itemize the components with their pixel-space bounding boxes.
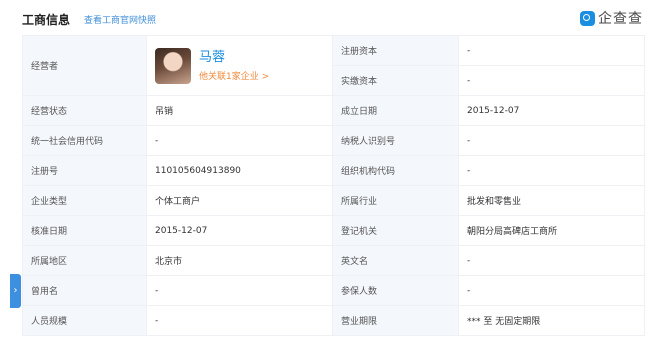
field-label: 成立日期 (332, 95, 459, 126)
table-row: 经营者 马蓉 他关联1家企业 > 注册资本 - (22, 35, 645, 96)
field-value: - (146, 305, 333, 336)
business-info-table: 经营者 马蓉 他关联1家企业 > 注册资本 - 实缴资本 - 经营状态 吊销 成… (22, 35, 645, 336)
table-row: 经营状态 吊销 成立日期 2015-12-07 (22, 95, 645, 126)
section-header: 工商信息 查看工商官网快照 企查查 (0, 0, 650, 36)
field-label: 企业类型 (22, 185, 147, 216)
field-value: 2015-12-07 (146, 215, 333, 246)
field-label: 经营状态 (22, 95, 147, 126)
field-value: - (146, 125, 333, 156)
owner-name-link[interactable]: 马蓉 (199, 50, 269, 66)
field-value: 吊销 (146, 95, 333, 126)
field-value: 北京市 (146, 245, 333, 276)
table-row: 曾用名 - 参保人数 - (22, 275, 645, 306)
field-value: - (458, 65, 645, 96)
field-value: 个体工商户 (146, 185, 333, 216)
field-label: 所属行业 (332, 185, 459, 216)
table-row: 统一社会信用代码 - 纳税人识别号 - (22, 125, 645, 156)
brand-name: 企查查 (598, 11, 643, 27)
table-row: 注册号 110105604913890 组织机构代码 - (22, 155, 645, 186)
brand-logo[interactable]: 企查查 (580, 8, 643, 28)
field-value: 朝阳分局高碑店工商所 (458, 215, 645, 246)
chevron-right-icon: › (13, 285, 18, 296)
field-label: 实缴资本 (332, 65, 459, 96)
table-row: 核准日期 2015-12-07 登记机关 朝阳分局高碑店工商所 (22, 215, 645, 246)
field-value: 110105604913890 (146, 155, 333, 186)
field-label: 注册资本 (332, 35, 459, 66)
table-row: 所属地区 北京市 英文名 - (22, 245, 645, 276)
field-label: 营业期限 (332, 305, 459, 336)
field-label: 所属地区 (22, 245, 147, 276)
avatar[interactable] (155, 47, 191, 84)
field-label: 曾用名 (22, 275, 147, 306)
field-label: 登记机关 (332, 215, 459, 246)
field-label: 核准日期 (22, 215, 147, 246)
section-title: 工商信息 (22, 13, 71, 27)
field-value: - (458, 275, 645, 306)
field-label: 注册号 (22, 155, 147, 186)
field-value: 2015-12-07 (458, 95, 645, 126)
field-value: - (458, 245, 645, 276)
field-label: 组织机构代码 (332, 155, 459, 186)
official-snapshot-link[interactable]: 查看工商官网快照 (84, 13, 156, 26)
field-label: 统一社会信用代码 (22, 125, 147, 156)
field-label: 人员规模 (22, 305, 147, 336)
table-row: 人员规模 - 营业期限 *** 至 无固定期限 (22, 305, 645, 336)
owner-cell: 马蓉 他关联1家企业 > (146, 35, 333, 96)
table-row: 企业类型 个体工商户 所属行业 批发和零售业 (22, 185, 645, 216)
field-label: 英文名 (332, 245, 459, 276)
related-companies-link[interactable]: 他关联1家企业 > (199, 69, 269, 82)
owner-label: 经营者 (22, 35, 147, 96)
field-label: 参保人数 (332, 275, 459, 306)
qichacha-logo-icon (580, 10, 595, 26)
field-value: - (458, 125, 645, 156)
field-value: *** 至 无固定期限 (458, 305, 645, 336)
field-value: - (458, 155, 645, 186)
field-value: - (146, 275, 333, 306)
field-label: 纳税人识别号 (332, 125, 459, 156)
field-value: 批发和零售业 (458, 185, 645, 216)
side-expand-tab[interactable]: › (10, 274, 21, 308)
field-value: - (458, 35, 645, 66)
